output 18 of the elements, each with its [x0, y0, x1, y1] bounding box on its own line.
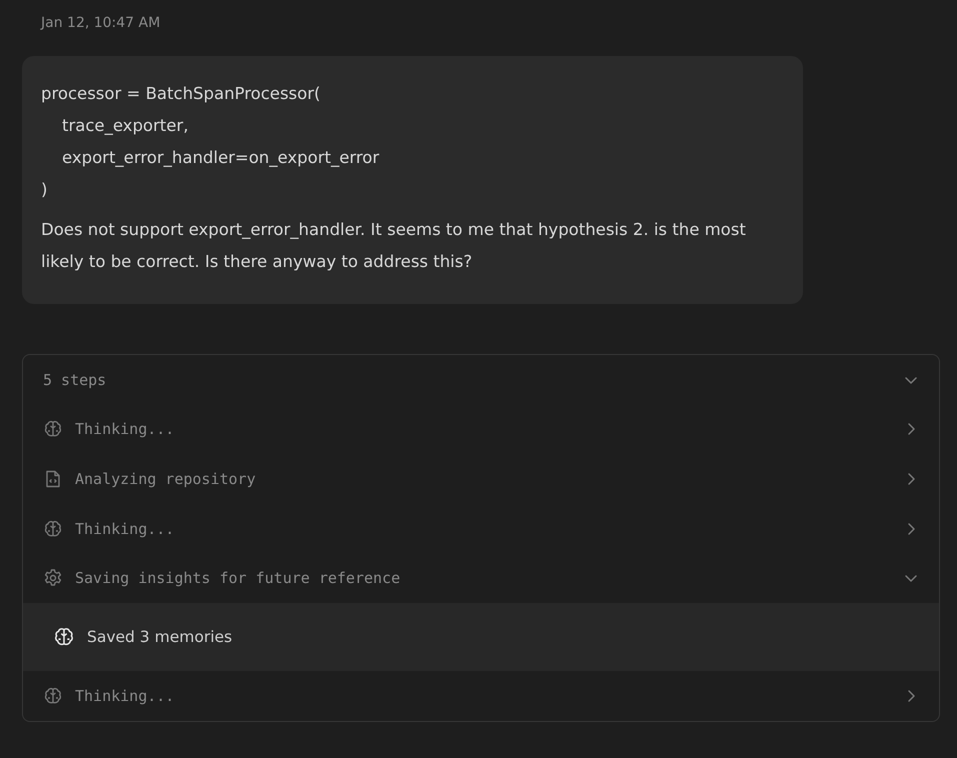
brain-icon	[43, 518, 63, 539]
brain-icon	[43, 419, 63, 440]
step-row[interactable]: Thinking...	[23, 670, 939, 721]
code-line: processor = BatchSpanProcessor(	[41, 83, 322, 105]
step-row[interactable]: Thinking...	[23, 504, 939, 554]
step-row[interactable]: Thinking...	[23, 404, 939, 454]
code-line: trace_exporter,	[60, 115, 190, 137]
code-line: export_error_handler=on_export_error	[60, 147, 380, 169]
steps-summary-toggle[interactable]: 5 steps	[23, 355, 939, 405]
step-row[interactable]: Saving insights for future reference	[23, 553, 939, 603]
step-row[interactable]: Analyzing repository	[23, 454, 939, 504]
gear-icon	[43, 568, 63, 588]
message-timestamp: Jan 12, 10:47 AM	[41, 15, 162, 33]
message-text: Does not support export_error_handler. It seems to me that hypothesis 2. is the most likely to be correct. Is there anyway to address this?	[41, 219, 747, 273]
memory-status: Saved 3 memories	[87, 628, 232, 646]
brain-icon	[43, 686, 63, 706]
brain-icon	[53, 626, 75, 648]
code-line: )	[41, 179, 48, 201]
